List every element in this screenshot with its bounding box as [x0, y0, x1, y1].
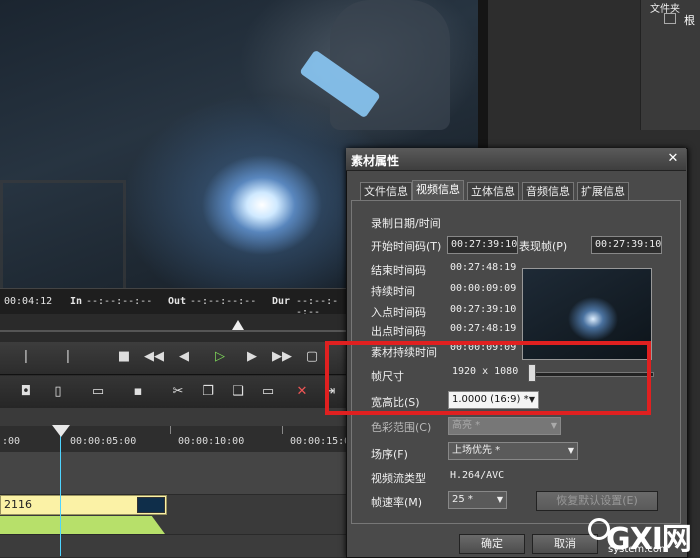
cut-icon[interactable]: ✂: [168, 383, 188, 401]
chevron-down-icon: ▼: [567, 446, 574, 455]
loop-icon[interactable]: ▢: [300, 347, 324, 367]
in-point-label: 入点时间码: [371, 306, 426, 319]
mark-out-icon[interactable]: ❘: [56, 347, 80, 367]
current-timecode: 00:04:12: [4, 296, 53, 307]
out-point-value: 00:27:48:19: [450, 323, 517, 334]
stop-icon[interactable]: ■: [112, 347, 136, 367]
transport-controls: ❘ ❘ ■ ◀◀ ◀ ▷ ▶ ▶▶ ▢: [0, 342, 348, 375]
in-value: --:--:--:--: [86, 296, 153, 307]
tab-video-info[interactable]: 视频信息: [412, 180, 464, 201]
tab-audio-info[interactable]: 音频信息: [522, 182, 574, 201]
color-range-label: 色彩范围(C): [371, 421, 432, 434]
color-range-select[interactable]: 高亮 * ▼: [448, 417, 561, 435]
seek-track[interactable]: [0, 330, 348, 332]
ruler-tick: [170, 426, 171, 434]
delete-icon[interactable]: ✕: [292, 383, 312, 401]
field-order-label: 场序(F): [371, 448, 408, 461]
stream-type-label: 视频流类型: [371, 472, 426, 485]
out-label: Out: [168, 296, 187, 307]
preview-figure: [330, 0, 450, 130]
color-range-value: 高亮 *: [452, 420, 481, 431]
ruler-label: 00:00:15:0: [290, 436, 351, 447]
folder-icon: [664, 13, 676, 24]
dialog-titlebar[interactable]: 素材属性: [346, 148, 686, 171]
save-icon[interactable]: ▪: [128, 383, 148, 401]
seek-handle[interactable]: [232, 320, 244, 330]
playhead-handle[interactable]: [52, 425, 70, 437]
step-forward-icon[interactable]: ▶: [240, 347, 264, 367]
clip-label: 2116: [4, 498, 32, 511]
dialog-title: 素材属性: [351, 154, 400, 168]
bin-root-folder[interactable]: 根: [684, 12, 695, 28]
audio-clip[interactable]: [0, 516, 165, 534]
timeline-track[interactable]: [0, 534, 348, 557]
ok-button[interactable]: 确定: [459, 534, 525, 554]
start-timecode-label: 开始时间码(T): [371, 240, 442, 253]
duration-label: 持续时间: [371, 285, 415, 298]
copy-icon[interactable]: ❐: [198, 383, 218, 401]
rewind-icon[interactable]: ◀◀: [142, 347, 166, 367]
stream-type-value: H.264/AVC: [450, 470, 505, 481]
mark-in-icon[interactable]: ❘: [14, 347, 38, 367]
poster-frame-label: 表现帧(P): [519, 240, 568, 253]
out-point-label: 出点时间码: [371, 325, 426, 338]
ruler-tick: [282, 426, 283, 434]
field-order-select[interactable]: 上场优先 * ▼: [448, 442, 578, 460]
new-document-icon[interactable]: ▯: [48, 383, 68, 401]
end-timecode-label: 结束时间码: [371, 264, 426, 277]
group-icon[interactable]: ▭: [258, 383, 278, 401]
play-icon[interactable]: ▷: [208, 347, 232, 367]
playhead-line[interactable]: [60, 426, 61, 556]
watermark: GXI网 system.com: [588, 514, 700, 557]
in-point-value: 00:27:39:10: [450, 304, 517, 315]
poster-frame-field[interactable]: 00:27:39:10: [591, 236, 662, 254]
folder-icon[interactable]: ▭: [88, 383, 108, 401]
paste-icon[interactable]: ❑: [228, 383, 248, 401]
restore-defaults-button[interactable]: 恢复默认设置(E): [536, 491, 658, 511]
fast-forward-icon[interactable]: ▶▶: [270, 347, 294, 367]
field-order-value: 上场优先 *: [452, 445, 501, 456]
seek-bar[interactable]: [0, 314, 348, 343]
ruler-label: 00:00:05:00: [70, 436, 137, 447]
preview-frame: [0, 180, 126, 296]
chevron-down-icon: ▼: [496, 495, 503, 504]
tab-file-info[interactable]: 文件信息: [360, 182, 412, 201]
end-timecode-value: 00:27:48:19: [450, 262, 517, 273]
highlight-annotation: [325, 341, 651, 415]
duration-value: 00:00:09:09: [450, 283, 517, 294]
ruler-label: :00: [2, 436, 21, 447]
clip-thumbnail: [137, 497, 165, 513]
out-value: --:--:--:--: [190, 296, 257, 307]
frame-rate-label: 帧速率(M): [371, 496, 423, 509]
dur-label: Dur: [272, 296, 291, 307]
watermark-subtext: system.com: [608, 544, 669, 555]
tab-extended-info[interactable]: 扩展信息: [577, 182, 629, 201]
timecode-bar: 00:04:12 In --:--:--:-- Out --:--:--:-- …: [0, 288, 348, 318]
frame-rate-value: 25 *: [452, 494, 473, 505]
camera-icon[interactable]: ◘: [16, 383, 36, 401]
frame-rate-select[interactable]: 25 * ▼: [448, 491, 507, 509]
tab-stereo-info[interactable]: 立体信息: [467, 182, 519, 201]
timeline-toolbar: ◘ ▯ ▭ ▪ ✂ ❐ ❑ ▭ ✕ ⇥: [0, 376, 348, 409]
ruler-label: 00:00:10:00: [178, 436, 245, 447]
start-timecode-field[interactable]: 00:27:39:10: [447, 236, 518, 254]
record-datetime-label: 录制日期/时间: [371, 217, 441, 230]
in-label: In: [70, 296, 83, 307]
close-icon[interactable]: ✕: [664, 151, 682, 167]
step-back-icon[interactable]: ◀: [172, 347, 196, 367]
timeline-track[interactable]: [0, 452, 348, 495]
chevron-down-icon: ▼: [550, 421, 557, 430]
